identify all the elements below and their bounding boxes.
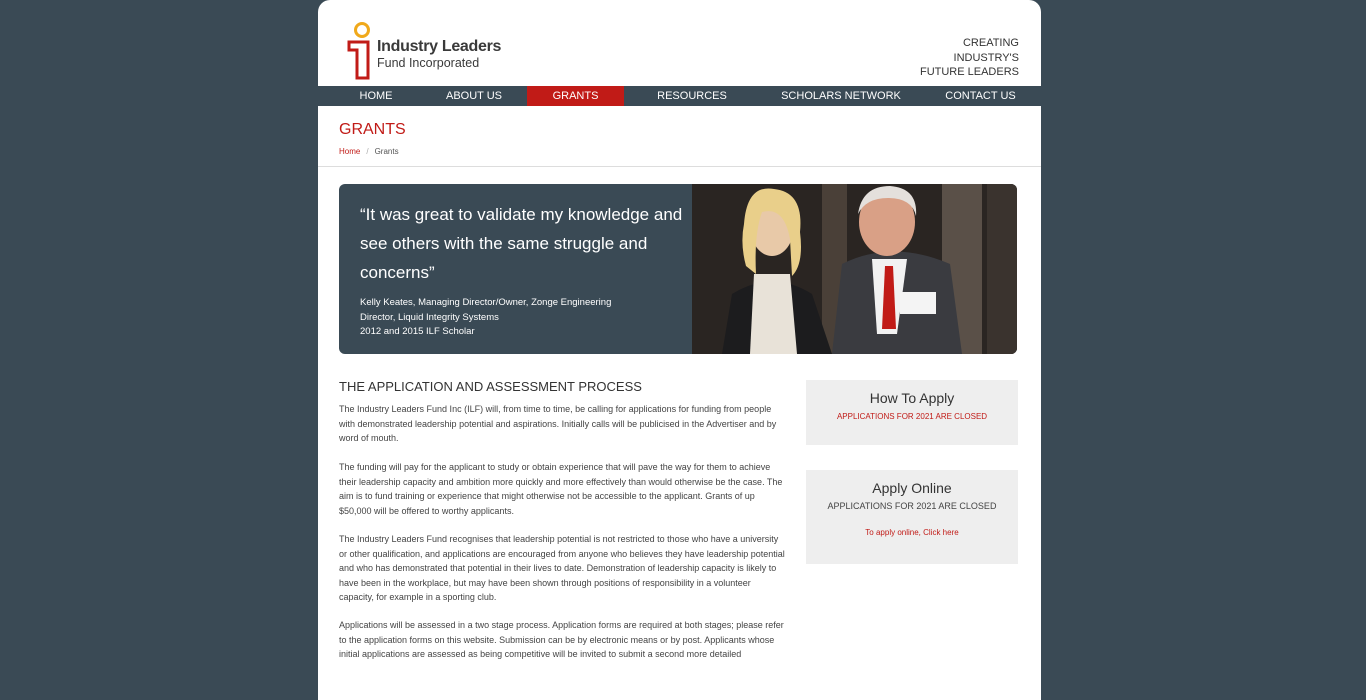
section-heading: THE APPLICATION AND ASSESSMENT PROCESS (339, 379, 642, 394)
tagline-line: FUTURE LEADERS (919, 66, 1019, 78)
logo-name-line1: Industry Leaders (377, 38, 502, 55)
how-to-apply-box: How To Apply APPLICATIONS FOR 2021 ARE C… (806, 380, 1018, 445)
site-header: Industry Leaders Fund Incorporated CREAT… (318, 0, 1041, 86)
attribution-line: Director, Liquid Integrity Systems (360, 311, 499, 323)
how-to-apply-title[interactable]: How To Apply (806, 390, 1018, 406)
attribution-line: 2012 and 2015 ILF Scholar (360, 326, 475, 337)
page-title: GRANTS (339, 121, 406, 138)
attribution-line: Kelly Keates, Managing Director/Owner, Z… (360, 297, 612, 308)
breadcrumb: Home / Grants (339, 147, 399, 156)
body-paragraph: The funding will pay for the applicant t… (339, 462, 783, 516)
apply-online-title[interactable]: Apply Online (806, 480, 1018, 496)
apply-online-status: APPLICATIONS FOR 2021 ARE CLOSED (827, 501, 997, 511)
breadcrumb-separator: / (366, 147, 369, 156)
body-paragraph: Applications will be assessed in a two s… (339, 620, 784, 659)
body-paragraph: The Industry Leaders Fund recognises tha… (339, 534, 785, 602)
apply-online-box: Apply Online APPLICATIONS FOR 2021 ARE C… (806, 470, 1018, 564)
nav-resources[interactable]: RESOURCES ETC. (645, 86, 739, 122)
logo-text: Industry Leaders Fund Incorporated (377, 38, 501, 71)
apply-online-link[interactable]: To apply online, Click here (806, 528, 1018, 537)
nav-home[interactable]: HOME (347, 86, 405, 106)
testimonial-banner: “It was great to validate my knowledge a… (339, 184, 1017, 354)
testimonial-quote: “It was great to validate my knowledge a… (360, 205, 683, 282)
nav-scholars-network[interactable]: SCHOLARS NETWORK (781, 86, 901, 106)
logo-mark-icon (347, 22, 370, 80)
tagline-line: CREATING (962, 37, 1019, 49)
body-paragraph: The Industry Leaders Fund Inc (ILF) will… (339, 404, 777, 443)
breadcrumb-current: Grants (374, 147, 399, 156)
header-divider (318, 166, 1041, 167)
how-to-apply-status: APPLICATIONS FOR 2021 ARE CLOSED (836, 412, 988, 421)
testimonial-photo (692, 184, 1017, 354)
testimonial-attribution: Kelly Keates, Managing Director/Owner, Z… (360, 296, 611, 340)
nav-grants[interactable]: GRANTS (527, 86, 624, 106)
tagline-line: INDUSTRY'S (953, 51, 1019, 64)
logo-name-line2: Fund Incorporated (377, 56, 480, 70)
page-container: Industry Leaders Fund Incorporated CREAT… (318, 0, 1041, 700)
site-logo[interactable]: Industry Leaders Fund Incorporated (342, 20, 512, 82)
site-tagline: CREATING INDUSTRY'S FUTURE LEADERS (920, 36, 1019, 80)
nav-contact-us[interactable]: CONTACT US (942, 86, 1019, 106)
main-nav: HOME ABOUT US GRANTS RESOURCES ETC. SCHO… (318, 86, 1041, 122)
breadcrumb-home-link[interactable]: Home (339, 147, 360, 156)
nav-about-us[interactable]: ABOUT US (439, 86, 509, 106)
